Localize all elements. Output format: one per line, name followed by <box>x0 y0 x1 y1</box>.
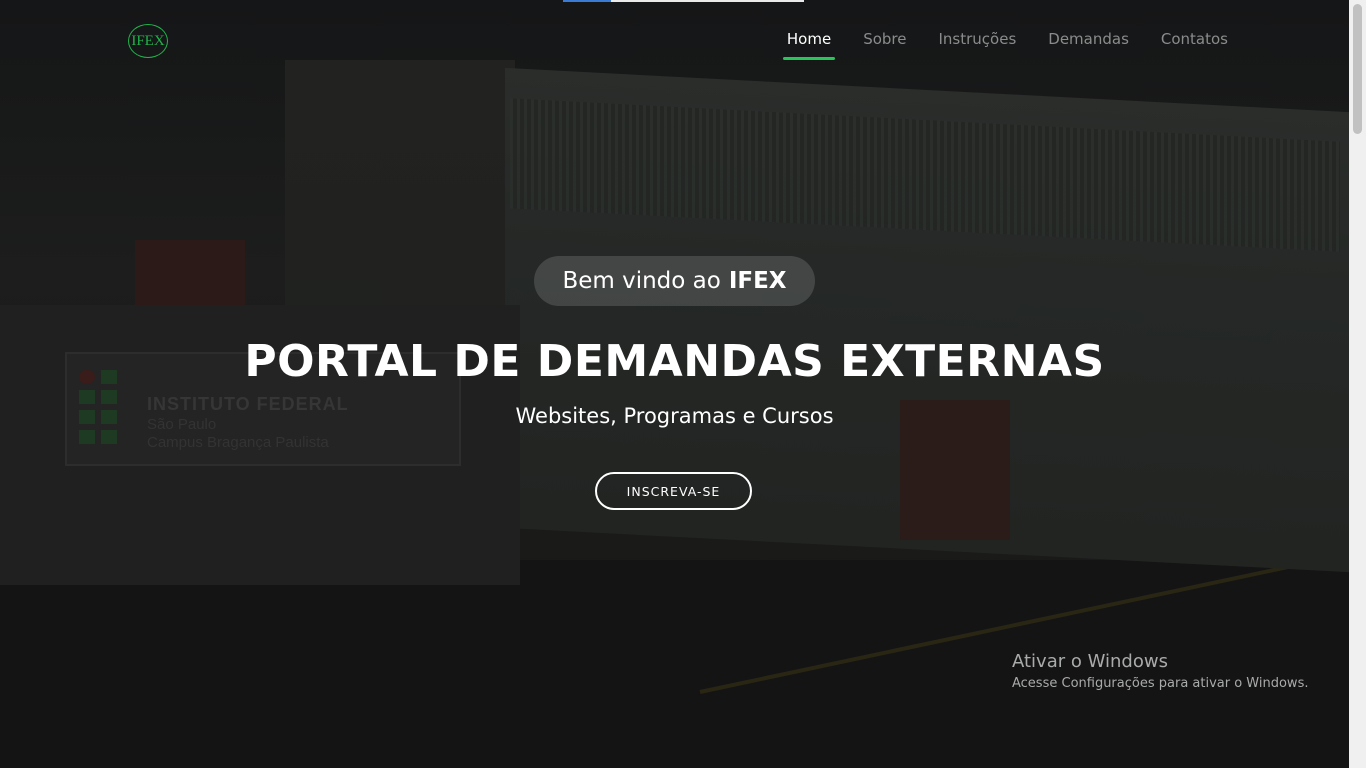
watermark-subtitle: Acesse Configurações para ativar o Windo… <box>1012 676 1309 691</box>
sign-logo-square <box>101 430 117 444</box>
scrollbar-thumb[interactable] <box>1353 4 1362 134</box>
welcome-brand: IFEX <box>728 268 787 294</box>
sign-logo-square <box>79 430 95 444</box>
windows-activation-watermark: Ativar o Windows Acesse Configurações pa… <box>1012 651 1308 691</box>
welcome-pill: Bem vindo ao IFEX <box>534 256 815 306</box>
watermark-title: Ativar o Windows <box>1012 651 1168 672</box>
nav-item-home[interactable]: Home <box>782 30 836 60</box>
page-title: PORTAL DE DEMANDAS EXTERNAS <box>244 336 1105 387</box>
page-subtitle: Websites, Programas e Cursos <box>515 404 834 428</box>
sign-line-3: Campus Bragança Paulista <box>147 434 329 451</box>
page-load-progress-fill <box>563 0 612 2</box>
nav-item-sobre[interactable]: Sobre <box>863 30 906 56</box>
nav-item-demandas[interactable]: Demandas <box>1048 30 1129 56</box>
sign-logo-square <box>101 390 117 404</box>
nav-item-instrucoes[interactable]: Instruções <box>938 30 1016 56</box>
page-load-progress <box>563 0 804 2</box>
sign-logo-square <box>79 390 95 404</box>
page-scrollbar[interactable] <box>1349 0 1366 768</box>
nav-item-contatos[interactable]: Contatos <box>1161 30 1228 56</box>
ifex-logo[interactable]: IFEX <box>128 24 168 58</box>
welcome-prefix: Bem vindo ao <box>562 268 721 294</box>
main-nav: Home Sobre Instruções Demandas Contatos <box>755 30 1228 60</box>
subscribe-button[interactable]: INSCREVA-SE <box>595 472 752 510</box>
